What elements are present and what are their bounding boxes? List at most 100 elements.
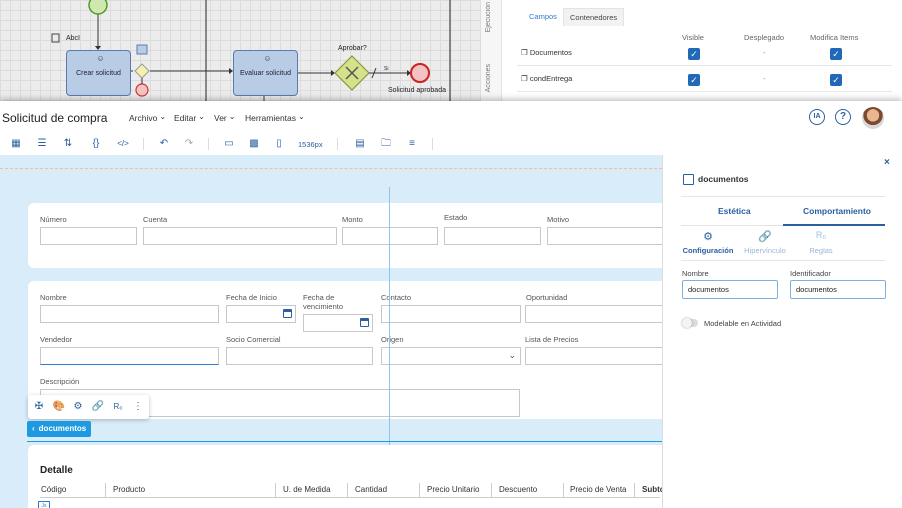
element-properties-panel: × documentos Estética Comportamiento ⚙ C… — [662, 155, 902, 508]
subtab-label: Configuración — [682, 246, 734, 255]
numero-field[interactable] — [40, 227, 137, 245]
field-label: Nombre — [40, 293, 67, 302]
alignment-guide — [389, 187, 390, 455]
tab-estetica[interactable]: Estética — [718, 206, 751, 216]
undo-icon[interactable]: ↶ — [157, 137, 171, 151]
bpmn-task-crear-solicitud[interactable]: ☺ Crear solicitud — [66, 50, 131, 96]
subtab-hipervinculo[interactable]: 🔗 Hipervínculo — [739, 230, 791, 255]
field-label: Cuenta — [143, 215, 168, 224]
detail-grid-section[interactable]: Detalle Código Producto U. de Medida Can… — [28, 445, 662, 508]
lista-precios-field[interactable] — [525, 347, 662, 365]
code-icon[interactable]: </> — [116, 137, 130, 151]
help-icon[interactable]: ? — [835, 109, 851, 125]
row-name: ❐ Documentos — [521, 48, 572, 57]
monto-field[interactable] — [342, 227, 438, 245]
property-row: ❐ Documentos ✓ - ✓ — [517, 42, 892, 66]
identificador-input[interactable]: documentos — [790, 280, 886, 299]
divider — [681, 196, 885, 197]
settings-gear-icon[interactable]: ⚙ — [71, 400, 85, 414]
contacto-field[interactable] — [381, 305, 521, 323]
user-icon: ☺ — [263, 54, 272, 63]
column-header: Precio de Venta — [569, 483, 635, 497]
bpmn-task-evaluar-solicitud[interactable]: ☺ Evaluar solicitud — [233, 50, 298, 96]
cuenta-field[interactable] — [143, 227, 337, 245]
js-icon[interactable]: Js — [38, 501, 50, 508]
vertical-side-tabs: Ejecución Acciones — [480, 0, 502, 102]
field-label: Lista de Precios — [525, 335, 579, 344]
subtab-configuracion[interactable]: ⚙ Configuración — [681, 230, 735, 255]
menu-herramientas[interactable]: Herramientas — [245, 113, 305, 123]
sort-arrows-icon[interactable]: ⇅ — [61, 137, 75, 151]
avatar[interactable] — [862, 107, 884, 129]
field-label: Estado — [444, 213, 468, 222]
menu-archivo[interactable]: Archivo — [129, 113, 166, 123]
move-icon[interactable]: ✠ — [32, 400, 46, 414]
toolbar-divider — [208, 138, 209, 150]
bpmn-annotation: AbcI — [66, 35, 81, 42]
layers-icon[interactable]: ☰ — [35, 137, 49, 151]
tab-ejecucion[interactable]: Ejecución — [485, 2, 492, 32]
align-icon[interactable]: ≡ — [405, 137, 419, 151]
visible-checkbox[interactable]: ✓ — [688, 74, 700, 86]
subtab-label: Reglas — [809, 246, 833, 255]
fecha-vencimiento-field[interactable] — [303, 314, 373, 332]
calendar-icon[interactable] — [283, 309, 292, 318]
form-canvas[interactable]: Número Cuenta Monto Estado Motivo Nombre… — [0, 155, 662, 508]
tab-acciones[interactable]: Acciones — [485, 64, 492, 92]
close-icon[interactable]: × — [884, 157, 890, 168]
modifica-items-checkbox[interactable]: ✓ — [830, 74, 842, 86]
subtab-label: Hipervínculo — [744, 246, 786, 255]
selected-element-chip[interactable]: ‹ documentos — [27, 421, 92, 437]
folder-icon[interactable]: 🗀 — [379, 137, 393, 151]
modifica-items-checkbox[interactable]: ✓ — [830, 48, 842, 60]
ia-assistant-icon[interactable]: IA — [809, 109, 825, 125]
divider — [681, 260, 885, 261]
field-label: Vendedor — [40, 335, 73, 344]
more-options-icon[interactable]: ⋮ — [131, 400, 145, 414]
title-bar: Solicitud de compra Archivo Editar Ver H… — [0, 101, 902, 133]
end-event-label: Solicitud aprobada — [388, 87, 446, 94]
panel-title: documentos — [698, 174, 749, 184]
mobile-view-icon[interactable]: ▯ — [272, 137, 286, 151]
controls-grid-icon[interactable]: ▦ — [9, 137, 23, 151]
field-label: Número — [40, 215, 67, 224]
link-icon[interactable]: 🔗 — [91, 400, 105, 414]
bpmn-diagram-canvas[interactable]: AbcI ☺ Crear solicitud ☺ Evaluar solicit… — [0, 0, 480, 102]
rules-icon[interactable]: R₀ — [111, 400, 125, 414]
toolbar-divider — [337, 138, 338, 150]
subtab-reglas[interactable]: R₀ Reglas — [803, 230, 839, 255]
visible-checkbox[interactable]: ✓ — [688, 48, 700, 60]
header-desplegado: Desplegado — [744, 33, 785, 42]
page-title: Solicitud de compra — [2, 111, 108, 125]
tab-contenedores[interactable]: Contenedores — [563, 8, 625, 26]
motivo-field[interactable] — [547, 227, 662, 245]
braces-icon[interactable]: {} — [89, 137, 103, 151]
oportunidad-field[interactable] — [525, 305, 662, 323]
tab-comportamiento[interactable]: Comportamiento — [803, 206, 871, 216]
selected-element-label: documentos — [38, 424, 87, 433]
tablet-view-icon[interactable]: ▩ — [247, 137, 261, 151]
modelable-toggle[interactable] — [682, 318, 698, 328]
socio-comercial-field[interactable] — [226, 347, 373, 365]
redo-icon[interactable]: ↷ — [182, 137, 196, 151]
vendedor-field[interactable] — [40, 347, 219, 365]
modelable-toggle-label: Modelable en Actividad — [704, 319, 782, 328]
zoom-level[interactable]: 1536px — [298, 140, 323, 149]
settings-gear-icon: ⚙ — [703, 231, 713, 243]
palette-icon[interactable]: 🎨 — [52, 400, 66, 414]
fecha-inicio-field[interactable] — [226, 305, 296, 323]
layout-icon[interactable]: ▤ — [353, 137, 367, 151]
identificador-label: Identificador — [790, 269, 831, 278]
nombre-input[interactable]: documentos — [682, 280, 778, 299]
header-section[interactable]: Número Cuenta Monto Estado Motivo — [28, 203, 662, 268]
desktop-view-icon[interactable]: ▭ — [222, 137, 236, 151]
nombre-field[interactable] — [40, 305, 219, 323]
estado-field[interactable] — [444, 227, 541, 245]
column-header: Producto — [112, 483, 276, 497]
origen-select[interactable]: ⌄ — [381, 347, 521, 365]
menu-ver[interactable]: Ver — [214, 113, 235, 123]
menu-editar[interactable]: Editar — [174, 113, 205, 123]
tab-campos[interactable]: Campos — [523, 8, 563, 26]
active-tab-indicator — [783, 224, 885, 226]
calendar-icon[interactable] — [360, 318, 369, 327]
